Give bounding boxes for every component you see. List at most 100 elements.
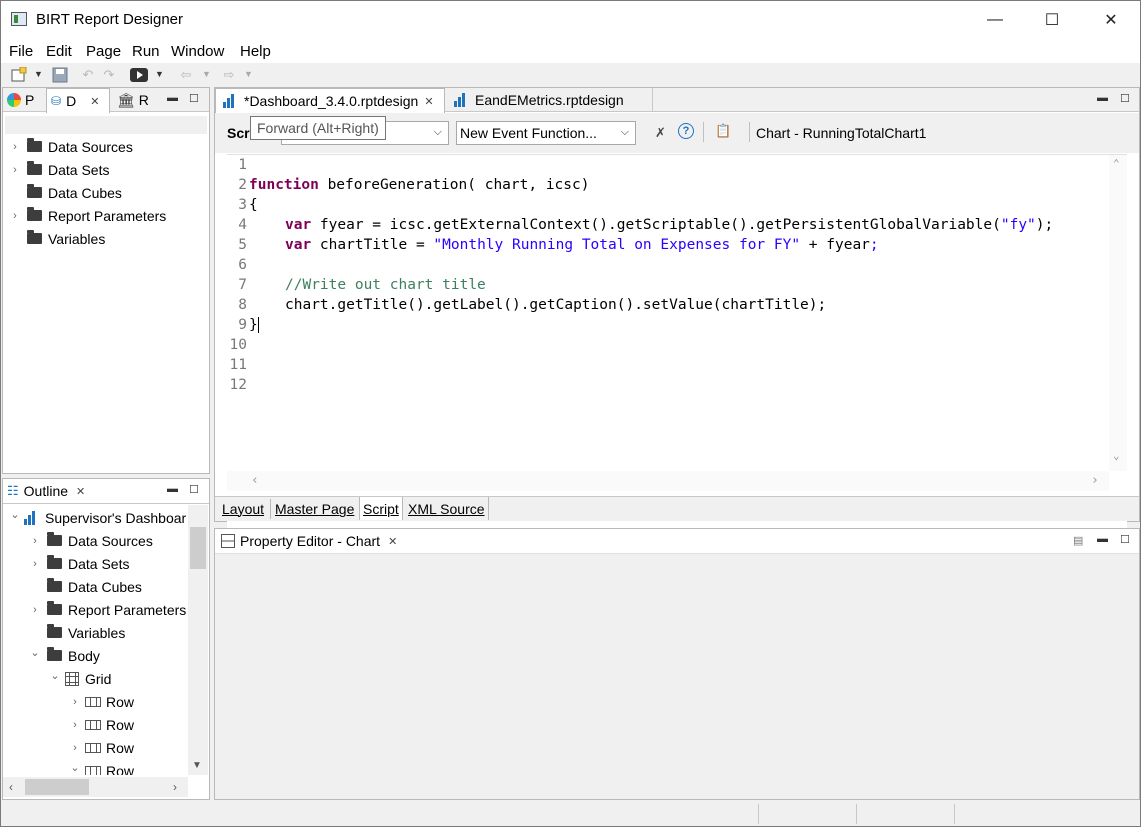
tab-palette[interactable]: P [3, 88, 45, 112]
event-function-combo[interactable]: New Event Function... ⌵ [456, 121, 636, 145]
scroll-left-icon[interactable]: ‹ [9, 780, 13, 794]
back-icon[interactable]: ⇦ [177, 67, 195, 83]
chevron-down-icon[interactable]: ⌄ [9, 508, 21, 521]
minimize-view-icon[interactable]: ▬ [167, 92, 178, 104]
outline-tree-item[interactable]: ⌄ Body [29, 644, 100, 667]
tree-item[interactable]: › Data Sets [9, 158, 109, 181]
scroll-up-icon[interactable]: ⌃ [1113, 157, 1120, 170]
close-icon[interactable]: ✕ [388, 535, 397, 548]
chevron-right-icon[interactable]: › [9, 210, 21, 222]
tab-script[interactable]: Script [359, 497, 403, 520]
outline-tree-item[interactable]: ⌄ Supervisor's Dashboar [9, 506, 186, 529]
maximize-view-icon[interactable]: ☐ [189, 92, 199, 105]
chevron-down-icon[interactable]: ⌄ [69, 761, 81, 774]
outline-tree-item-label: Supervisor's Dashboar [45, 509, 187, 526]
maximize-view-icon[interactable]: ☐ [1120, 533, 1130, 546]
scroll-right-icon[interactable]: › [173, 780, 177, 794]
tab-property-editor[interactable]: Property Editor - Chart ✕ [217, 529, 417, 553]
menu-page[interactable]: Page [86, 43, 121, 60]
save-icon[interactable] [51, 67, 69, 83]
chevron-down-icon[interactable]: ⌄ [29, 646, 41, 659]
tree-item[interactable]: Variables [9, 227, 105, 250]
scroll-down-icon[interactable]: ⌄ [1113, 449, 1120, 462]
code-vscrollbar[interactable]: ⌃ ⌄ [1109, 155, 1127, 471]
maximize-button[interactable]: ☐ [1023, 1, 1081, 39]
chevron-right-icon[interactable]: › [9, 141, 21, 153]
tab-layout[interactable]: Layout [219, 497, 267, 520]
scroll-right-icon[interactable]: › [1091, 473, 1099, 488]
outline-tree-item[interactable]: ⌄ Row [69, 759, 134, 775]
chevron-right-icon[interactable]: › [69, 696, 81, 708]
outline-tree-item[interactable]: Data Cubes [29, 575, 142, 598]
scroll-down-icon[interactable]: ▼ [192, 760, 202, 771]
minimize-view-icon[interactable]: ▬ [1097, 533, 1108, 545]
code-line: //Write out chart title [285, 275, 486, 295]
tree-item[interactable]: › Report Parameters [9, 204, 166, 227]
outline-tree-item[interactable]: › Row [69, 690, 134, 713]
chevron-right-icon[interactable]: › [29, 604, 41, 616]
line-number: 2 [238, 177, 247, 193]
undo-icon[interactable]: ↶ [79, 67, 97, 83]
outline-hscrollbar[interactable]: ‹ › [3, 777, 188, 797]
menu-help[interactable]: Help [240, 43, 271, 60]
back-dropdown-icon[interactable]: ▼ [202, 69, 211, 79]
forward-icon[interactable]: ⇨ [220, 67, 238, 83]
chevron-down-icon[interactable]: ⌄ [49, 669, 61, 682]
clipboard-icon[interactable]: 📋 [715, 123, 731, 139]
run-icon[interactable] [130, 67, 148, 83]
chevron-right-icon[interactable]: › [69, 719, 81, 731]
tab-xml-source[interactable]: XML Source [405, 497, 489, 520]
forward-dropdown-icon[interactable]: ▼ [244, 69, 253, 79]
outline-tree-item[interactable]: › Row [69, 713, 134, 736]
new-dropdown-icon[interactable]: ▼ [34, 69, 43, 79]
outline-tree-item[interactable]: ⌄ Grid [49, 667, 111, 690]
maximize-view-icon[interactable]: ☐ [189, 483, 199, 496]
redo-icon[interactable]: ↷ [100, 67, 118, 83]
outline-tabbar: ☷ Outline ✕ ▬ ☐ [3, 479, 209, 504]
chevron-right-icon[interactable]: › [29, 535, 41, 547]
property-editor-tabbar: Property Editor - Chart ✕ ▤ ▬ ☐ [215, 529, 1139, 554]
tree-item[interactable]: › Data Sources [9, 135, 133, 158]
outline-tree-item[interactable]: › Data Sets [29, 552, 129, 575]
menu-run[interactable]: Run [132, 43, 160, 60]
view-menu-icon[interactable]: ▤ [1073, 534, 1083, 547]
outline-tree-item[interactable]: › Report Parameters [29, 598, 186, 621]
help-icon[interactable]: ? [678, 123, 694, 139]
menu-edit[interactable]: Edit [46, 43, 72, 60]
tab-data-explorer[interactable]: ⛁ D ✕ [46, 88, 110, 113]
outline-vscrollbar[interactable]: ▼ [188, 505, 208, 775]
scroll-thumb[interactable] [25, 779, 89, 795]
minimize-view-icon[interactable]: ▬ [167, 483, 178, 495]
tab-resource-explorer[interactable]: 🏛 R [113, 88, 153, 112]
tree-item[interactable]: Data Cubes [9, 181, 122, 204]
chevron-right-icon[interactable]: › [29, 558, 41, 570]
code-string: "Monthly Running Total on Expenses for F… [433, 237, 801, 253]
close-button[interactable]: ✕ [1082, 1, 1140, 39]
minimize-view-icon[interactable]: ▬ [1097, 92, 1108, 104]
tab-dashboard-rptdesign[interactable]: *Dashboard_3.4.0.rptdesign ✕ [215, 88, 445, 113]
tab-eandemetrics-rptdesign[interactable]: EandEMetrics.rptdesign [447, 88, 653, 112]
code-text: + fyear [800, 237, 870, 253]
new-report-icon[interactable] [10, 67, 28, 83]
close-icon[interactable]: ✕ [424, 95, 433, 108]
tab-outline[interactable]: ☷ Outline ✕ [3, 479, 103, 503]
outline-tree-item-label: Grid [85, 670, 112, 687]
menu-window[interactable]: Window [171, 43, 224, 60]
menu-file[interactable]: File [9, 43, 33, 60]
run-dropdown-icon[interactable]: ▼ [155, 69, 164, 79]
chevron-right-icon[interactable]: › [69, 742, 81, 754]
outline-tree-item[interactable]: › Data Sources [29, 529, 153, 552]
code-hscrollbar[interactable]: ‹ › [227, 471, 1109, 491]
minimize-button[interactable]: — [966, 1, 1024, 39]
scroll-thumb[interactable] [190, 527, 206, 569]
outline-tree-item[interactable]: › Row [69, 736, 134, 759]
outline-tree-item[interactable]: Variables [29, 621, 125, 644]
tab-master-page[interactable]: Master Page [272, 497, 357, 520]
toolbar: ▼ ↶ ↷ ▼ ⇦ ▼ ⇨ ▼ [1, 63, 1140, 87]
maximize-view-icon[interactable]: ☐ [1120, 92, 1130, 105]
chevron-right-icon[interactable]: › [9, 164, 21, 176]
scroll-left-icon[interactable]: ‹ [251, 473, 259, 488]
remove-method-icon[interactable]: ✗ [655, 125, 666, 141]
close-icon[interactable]: ✕ [90, 95, 99, 108]
close-icon[interactable]: ✕ [76, 485, 85, 498]
